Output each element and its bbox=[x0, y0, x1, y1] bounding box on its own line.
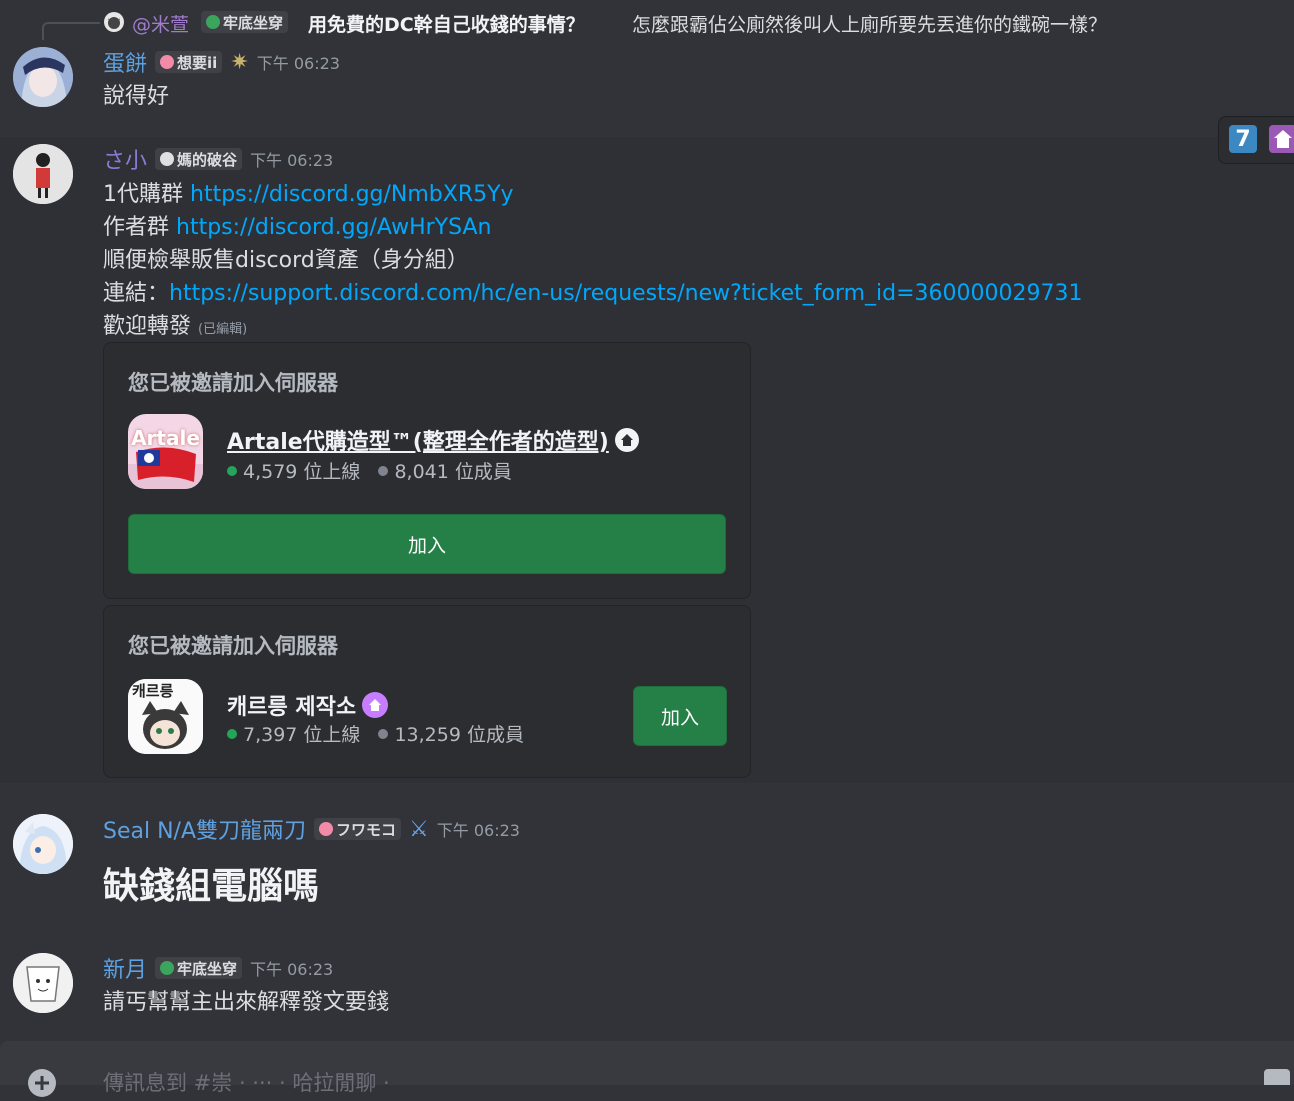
heart-icon bbox=[319, 822, 334, 836]
guild-name[interactable]: Artale代購造型™(整理全作者的造型) bbox=[227, 424, 639, 456]
author-name[interactable]: Seal N/A雙刀龍兩刀 bbox=[103, 813, 306, 845]
online-text: 7,397 位上線 bbox=[243, 724, 361, 746]
message-text: 說得好 bbox=[103, 84, 170, 109]
add-attachment-icon[interactable] bbox=[28, 1069, 56, 1097]
message-text: 請丐幫幫主出來解釋發文要錢 bbox=[103, 990, 390, 1015]
guild-name-text: 캐르릉 제작소 bbox=[227, 695, 357, 720]
join-button[interactable]: 加入 bbox=[128, 514, 726, 574]
reply-preview[interactable]: @米萱 牢底坐穿 用免費的DC幹自己收錢的事情？ 怎麼跟霸佔公廁然後叫人上廁所要… bbox=[0, 0, 1294, 44]
sparkle-icon: ✷ bbox=[230, 49, 249, 75]
member-text: 13,259 位成員 bbox=[394, 724, 524, 746]
invite-card: 您已被邀請加入伺服器 Artale Artale代購造型™(整理全作者的造型) … bbox=[103, 342, 751, 599]
role-tag: 想要ii bbox=[155, 51, 223, 73]
invite-link[interactable]: https://discord.gg/NmbXR5Yy bbox=[190, 182, 514, 207]
join-button[interactable]: 加入 bbox=[633, 686, 727, 746]
message-header: 蛋餅 想要ii ✷ 下午 06:23 bbox=[103, 46, 340, 78]
support-link[interactable]: https://support.discord.com/hc/en-us/req… bbox=[169, 281, 1082, 306]
online-text: 4,579 位上線 bbox=[243, 461, 361, 483]
message-line: 順便檢舉販售discord資產（身分組） bbox=[103, 248, 469, 273]
edited-marker: (已編輯) bbox=[198, 322, 248, 337]
member-dot bbox=[378, 465, 389, 476]
role-label: 媽的破谷 bbox=[177, 150, 238, 169]
invite-title: 您已被邀請加入伺服器 bbox=[128, 634, 338, 658]
online-count: 4,579 位上線 bbox=[227, 457, 360, 484]
guild-icon[interactable]: 캐르릉 bbox=[128, 679, 203, 754]
role-tag: 牢底坐穿 bbox=[155, 957, 243, 979]
reply-text: 怎麼跟霸佔公廁然後叫人上廁所要先丟進你的鐵碗一樣？ bbox=[632, 14, 1108, 36]
timestamp: 下午 06:23 bbox=[250, 151, 334, 170]
partner-badge-icon bbox=[614, 428, 639, 452]
quick-reaction-bar: 7 bbox=[1218, 116, 1294, 164]
message-line: 歡迎轉發 (已編輯) bbox=[103, 308, 247, 340]
author-name[interactable]: 新月 bbox=[103, 952, 147, 984]
online-count: 7,397 位上線 bbox=[227, 720, 360, 747]
reply-role-label: 牢底坐穿 bbox=[223, 13, 284, 32]
invite-card: 您已被邀請加入伺服器 캐르릉 캐르릉 제작소 7,397 位上線 13,259 … bbox=[103, 605, 751, 778]
boost-badge-icon bbox=[362, 692, 389, 718]
message-header: 新月 牢底坐穿 下午 06:23 bbox=[103, 952, 333, 984]
member-count: 13,259 位成員 bbox=[378, 720, 524, 747]
message: 蛋餅 想要ii ✷ 下午 06:23 說得好 bbox=[0, 44, 1294, 136]
avatar[interactable] bbox=[13, 47, 73, 107]
online-dot bbox=[227, 728, 237, 739]
reply-avatar bbox=[104, 12, 124, 32]
message-line: 1代購群 https://discord.gg/NmbXR5Yy bbox=[103, 176, 514, 208]
number-seven-emoji-icon[interactable]: 7 bbox=[1229, 125, 1257, 153]
reply-text-bold: 用免費的DC幹自己收錢的事情？ bbox=[308, 14, 585, 36]
member-text: 8,041 位成員 bbox=[394, 461, 512, 483]
author-name[interactable]: 蛋餅 bbox=[103, 46, 147, 78]
role-label: 牢底坐穿 bbox=[177, 959, 238, 978]
invite-link[interactable]: https://discord.gg/AwHrYSAn bbox=[176, 215, 491, 240]
skull-icon bbox=[206, 15, 220, 29]
message-line: 連結：https://support.discord.com/hc/en-us/… bbox=[103, 275, 1083, 307]
member-count: 8,041 位成員 bbox=[378, 457, 512, 484]
sword-icon: ⚔ bbox=[409, 816, 429, 842]
guild-icon-label: 캐르릉 bbox=[132, 682, 174, 700]
gift-icon[interactable] bbox=[1264, 1069, 1290, 1085]
invite-title: 您已被邀請加入伺服器 bbox=[128, 371, 338, 395]
line-prefix: 作者群 bbox=[103, 215, 176, 240]
role-tag: フワモコ bbox=[314, 818, 402, 840]
message-header: さ小 媽的破谷 下午 06:23 bbox=[103, 143, 333, 175]
line-text: 歡迎轉發 bbox=[103, 314, 192, 339]
member-dot bbox=[378, 728, 389, 739]
reply-role-tag: 牢底坐穿 bbox=[201, 11, 289, 33]
line-prefix: 1代購群 bbox=[103, 182, 190, 207]
guild-name-text: Artale代購造型™(整理全作者的造型) bbox=[227, 430, 609, 455]
message-header: Seal N/A雙刀龍兩刀 フワモコ ⚔ 下午 06:23 bbox=[103, 813, 520, 845]
timestamp: 下午 06:23 bbox=[256, 54, 340, 73]
guild-name[interactable]: 캐르릉 제작소 bbox=[227, 689, 389, 721]
message-line: 作者群 https://discord.gg/AwHrYSAn bbox=[103, 209, 491, 241]
message-composer[interactable]: 傳訊息到 #崇 · ··· · 哈拉閒聊 · bbox=[0, 1041, 1294, 1097]
avatar[interactable] bbox=[13, 144, 73, 204]
message-text: 缺錢組電腦嗎 bbox=[103, 866, 320, 907]
avatar[interactable] bbox=[13, 814, 73, 874]
emoji-icon[interactable] bbox=[1269, 125, 1294, 153]
guild-icon-label: Artale bbox=[131, 426, 200, 450]
role-label: 想要ii bbox=[177, 53, 218, 72]
mushroom-icon bbox=[160, 152, 175, 166]
message-highlighted: さ小 媽的破谷 下午 06:23 1代購群 https://discord.gg… bbox=[0, 137, 1294, 783]
timestamp: 下午 06:23 bbox=[250, 960, 334, 979]
timestamp: 下午 06:23 bbox=[436, 821, 520, 840]
reply-author[interactable]: @米萱 bbox=[132, 10, 189, 37]
reply-connector bbox=[42, 22, 100, 40]
message: 新月 牢底坐穿 下午 06:23 請丐幫幫主出來解釋發文要錢 bbox=[0, 923, 1294, 1041]
role-tag: 媽的破谷 bbox=[155, 148, 243, 170]
guild-stats: 4,579 位上線 8,041 位成員 bbox=[227, 457, 512, 484]
role-label: フワモコ bbox=[336, 820, 397, 839]
avatar[interactable] bbox=[13, 953, 73, 1013]
line-prefix: 連結： bbox=[103, 281, 170, 306]
composer-input[interactable]: 傳訊息到 #崇 · ··· · 哈拉閒聊 · bbox=[103, 1067, 390, 1097]
online-dot bbox=[227, 465, 237, 476]
guild-icon[interactable]: Artale bbox=[128, 414, 203, 489]
author-name[interactable]: さ小 bbox=[103, 143, 147, 175]
guild-stats: 7,397 位上線 13,259 位成員 bbox=[227, 720, 524, 747]
skull-icon bbox=[160, 961, 175, 975]
message: Seal N/A雙刀龍兩刀 フワモコ ⚔ 下午 06:23 缺錢組電腦嗎 bbox=[0, 783, 1294, 923]
heart-icon bbox=[160, 55, 175, 69]
